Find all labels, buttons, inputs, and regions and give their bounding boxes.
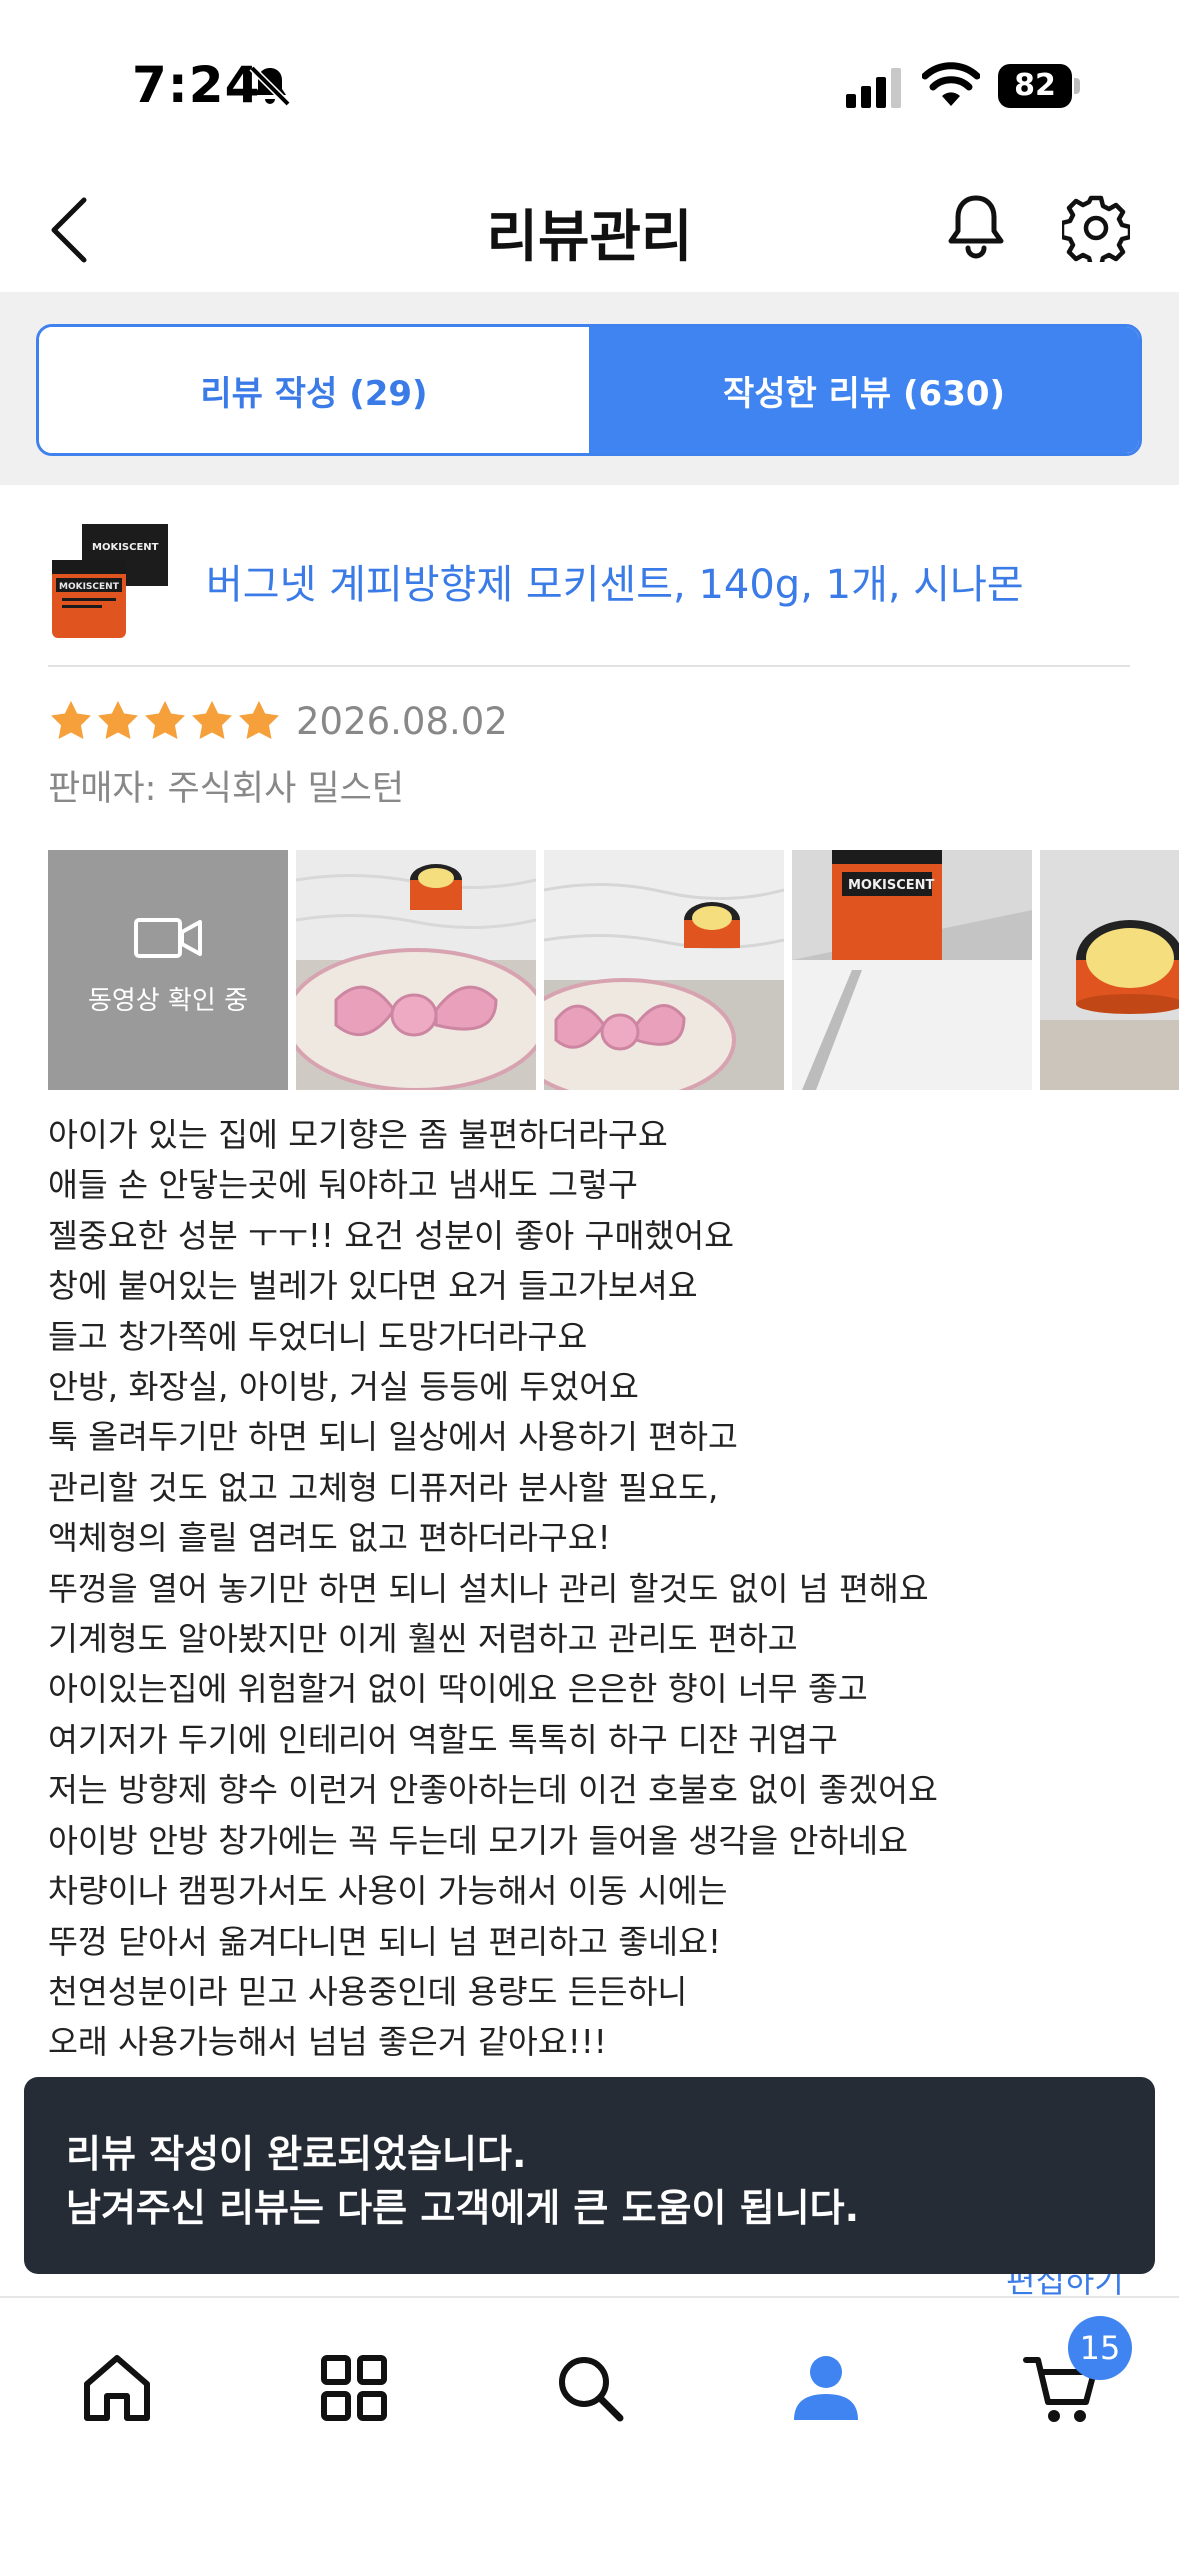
review-line: 들고 창가쪽에 두었더니 도망가더라구요 xyxy=(48,1317,588,1356)
review-line: 아이있는집에 위험할거 없이 딱이에요 은은한 향이 너무 좋고 xyxy=(48,1670,868,1709)
review-line: 기계형도 알아봤지만 이게 훨씬 저렴하고 관리도 편하고 xyxy=(48,1620,798,1659)
toast-message: 리뷰 작성이 완료되었습니다. 남겨주신 리뷰는 다른 고객에게 큰 도움이 됩… xyxy=(24,2077,1155,2274)
review-media-row: 동영상 확인 중 MOKISCENT xyxy=(48,850,1179,1090)
star-rating xyxy=(48,698,283,748)
star-icon xyxy=(192,700,232,740)
video-processing-label: 동영상 확인 중 xyxy=(87,986,249,1016)
review-body: 아이가 있는 집에 모기향은 좀 불편하더라구요 애들 손 안닿는곳에 둬야하고… xyxy=(48,1110,1148,2068)
status-bar: 7:24 82 xyxy=(0,0,1179,170)
wifi-icon xyxy=(922,62,980,106)
product-row[interactable]: MOKISCENT MOKISCENT 버그넷 계피방향제 모키센트, 140g… xyxy=(0,508,1179,648)
status-time: 7:24 xyxy=(132,56,261,114)
star-icon xyxy=(98,700,138,740)
cellular-signal-icon xyxy=(846,68,901,108)
review-line: 차량이나 캠핑가서도 사용이 가능해서 이동 시에는 xyxy=(48,1872,728,1911)
review-line: 젤중요한 성분 ㅜㅜ!! 요건 성분이 좋아 구매했어요 xyxy=(48,1216,735,1255)
svg-text:MOKISCENT: MOKISCENT xyxy=(848,878,935,893)
review-line: 아이방 안방 창가에는 꼭 두는데 모기가 들어올 생각을 안하네요 xyxy=(48,1821,909,1860)
search-icon[interactable] xyxy=(550,2348,630,2428)
review-photo[interactable] xyxy=(1040,850,1179,1090)
review-line: 안방, 화장실, 아이방, 거실 등등에 두었어요 xyxy=(48,1368,639,1407)
star-icon xyxy=(239,700,279,740)
bell-icon[interactable] xyxy=(944,192,1008,264)
review-line: 애들 손 안닿는곳에 둬야하고 냄새도 그렇구 xyxy=(48,1166,638,1205)
toast-title: 리뷰 작성이 완료되었습니다. xyxy=(66,2132,527,2176)
star-icon xyxy=(145,700,185,740)
cart-count-badge: 15 xyxy=(1068,2316,1132,2380)
video-camera-icon xyxy=(134,918,202,958)
tab-written-reviews[interactable]: 작성한 리뷰 (630) xyxy=(589,327,1139,453)
my-page-icon[interactable] xyxy=(786,2348,866,2428)
battery-icon: 82 xyxy=(998,64,1082,108)
battery-level: 82 xyxy=(998,64,1072,108)
review-line: 액체형의 흘릴 염려도 없고 편하더라구요! xyxy=(48,1519,611,1558)
seller-name: 판매자: 주식회사 밀스턴 xyxy=(48,769,405,809)
review-line: 뚜껑을 열어 놓기만 하면 되니 설치나 관리 할것도 없이 넘 편해요 xyxy=(48,1569,929,1608)
svg-text:MOKISCENT: MOKISCENT xyxy=(92,542,159,553)
review-photo[interactable] xyxy=(296,850,536,1090)
product-thumbnail[interactable]: MOKISCENT MOKISCENT xyxy=(52,524,168,638)
review-line: 툭 올려두기만 하면 되니 일상에서 사용하기 편하고 xyxy=(48,1418,738,1457)
tab-write-review[interactable]: 리뷰 작성 (29) xyxy=(39,327,589,453)
star-icon xyxy=(51,700,91,740)
review-line: 저는 방향제 향수 이런거 안좋아하는데 이건 호불호 없이 좋겠어요 xyxy=(48,1771,938,1810)
review-date: 2026.08.02 xyxy=(296,700,508,743)
review-line: 관리할 것도 없고 고체형 디퓨저라 분사할 필요도, xyxy=(48,1468,719,1507)
review-line: 뚜껑 닫아서 옮겨다니면 되니 넘 편리하고 좋네요! xyxy=(48,1922,722,1961)
gear-icon[interactable] xyxy=(1062,194,1130,262)
bell-slash-icon xyxy=(249,65,291,107)
bottom-navigation xyxy=(0,2296,1179,2556)
review-line: 아이가 있는 집에 모기향은 좀 불편하더라구요 xyxy=(48,1116,668,1154)
review-line: 여기저가 두기에 인테리어 역할도 톡톡히 하구 디쟌 귀엽구 xyxy=(48,1720,838,1759)
categories-icon[interactable] xyxy=(314,2348,394,2428)
divider xyxy=(48,665,1130,667)
review-line: 창에 붙어있는 벌레가 있다면 요거 들고가보셔요 xyxy=(48,1267,698,1306)
top-app-bar: 리뷰관리 xyxy=(0,170,1179,292)
svg-text:MOKISCENT: MOKISCENT xyxy=(59,582,120,592)
review-photo[interactable]: MOKISCENT xyxy=(792,850,1032,1090)
toast-subtitle: 남겨주신 리뷰는 다른 고객에게 큰 도움이 됩니다. xyxy=(66,2186,860,2230)
tab-section: 리뷰 작성 (29) 작성한 리뷰 (630) xyxy=(0,292,1179,485)
review-tabs: 리뷰 작성 (29) 작성한 리뷰 (630) xyxy=(36,324,1142,456)
review-line: 천연성분이라 믿고 사용중인데 용량도 든든하니 xyxy=(48,1972,688,2011)
video-thumbnail[interactable]: 동영상 확인 중 xyxy=(48,850,288,1090)
home-icon[interactable] xyxy=(77,2348,157,2428)
review-line: 오래 사용가능해서 넘넘 좋은거 같아요!!! xyxy=(48,2023,607,2062)
product-name[interactable]: 버그넷 계피방향제 모키센트, 140g, 1개, 시나몬 xyxy=(206,552,1024,610)
review-photo[interactable] xyxy=(544,850,784,1090)
